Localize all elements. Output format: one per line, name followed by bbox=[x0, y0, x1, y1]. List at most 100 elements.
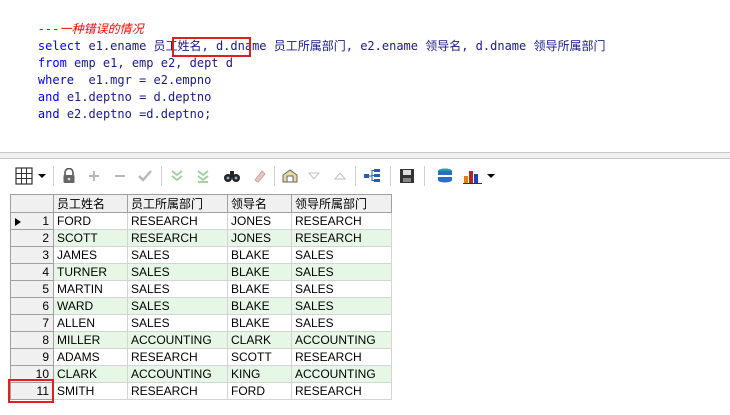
table-cell[interactable]: RESEARCH bbox=[127, 229, 228, 247]
table-cell[interactable]: SCOTT bbox=[53, 229, 128, 247]
row-number[interactable]: 6 bbox=[10, 297, 54, 315]
add-record-icon[interactable] bbox=[86, 167, 102, 185]
table-cell[interactable]: SALES bbox=[127, 246, 228, 264]
table-cell[interactable]: SALES bbox=[291, 263, 392, 281]
table-cell[interactable]: SALES bbox=[127, 314, 228, 332]
table-row[interactable]: 10 CLARK ACCOUNTING KING ACCOUNTING bbox=[10, 365, 392, 383]
table-cell[interactable]: JONES bbox=[227, 229, 292, 247]
code-line-where: where e1.mgr = e2.empno bbox=[9, 55, 211, 87]
table-cell[interactable]: BLAKE bbox=[227, 246, 292, 264]
table-row[interactable]: 3 JAMES SALES BLAKE SALES bbox=[10, 246, 392, 264]
post-edit-icon[interactable] bbox=[136, 167, 154, 185]
row-number[interactable]: 2 bbox=[10, 229, 54, 247]
table-cell[interactable]: RESEARCH bbox=[291, 212, 392, 230]
table-cell[interactable]: BLAKE bbox=[227, 297, 292, 315]
toolbar-separator bbox=[355, 166, 356, 186]
table-cell[interactable]: ACCOUNTING bbox=[127, 331, 228, 349]
table-row[interactable]: 5 MARTIN SALES BLAKE SALES bbox=[10, 280, 392, 298]
corner-cell[interactable] bbox=[10, 194, 54, 213]
chart-icon[interactable] bbox=[462, 167, 484, 185]
link-icon[interactable] bbox=[362, 167, 382, 185]
table-cell[interactable]: KING bbox=[227, 365, 292, 383]
export-icon[interactable] bbox=[435, 167, 455, 185]
result-grid[interactable]: 员工姓名 员工所属部门 领导名 领导所属部门 1 FORD RESEARCH JONE… bbox=[10, 194, 392, 400]
table-cell[interactable]: RESEARCH bbox=[291, 382, 392, 400]
and-condition-2: e2.deptno =d.deptno; bbox=[59, 107, 212, 121]
column-header[interactable]: 员工姓名 bbox=[53, 194, 128, 213]
result-table: 员工姓名 员工所属部门 领导名 领导所属部门 1 FORD RESEARCH JONE… bbox=[10, 194, 392, 400]
next-icon[interactable] bbox=[332, 167, 348, 185]
table-row[interactable]: 2 SCOTT RESEARCH JONES RESEARCH bbox=[10, 229, 392, 247]
table-cell[interactable]: CLARK bbox=[53, 365, 128, 383]
chart-dropdown-icon[interactable] bbox=[486, 167, 496, 185]
row-number[interactable]: 7 bbox=[10, 314, 54, 332]
table-cell[interactable]: MARTIN bbox=[53, 280, 128, 298]
clear-icon[interactable] bbox=[250, 167, 268, 185]
table-cell[interactable]: SALES bbox=[291, 246, 392, 264]
table-cell[interactable]: BLAKE bbox=[227, 263, 292, 281]
toolbar-separator bbox=[274, 166, 275, 186]
row-number[interactable]: 8 bbox=[10, 331, 54, 349]
table-cell[interactable]: ACCOUNTING bbox=[127, 365, 228, 383]
filter-down-icon[interactable] bbox=[168, 167, 186, 185]
table-row[interactable]: 8 MILLER ACCOUNTING CLARK ACCOUNTING bbox=[10, 331, 392, 349]
save-icon[interactable] bbox=[397, 167, 417, 185]
table-row[interactable]: 4 TURNER SALES BLAKE SALES bbox=[10, 263, 392, 281]
grid-toolbar bbox=[0, 159, 730, 193]
row-number[interactable]: 9 bbox=[10, 348, 54, 366]
table-cell[interactable]: JAMES bbox=[53, 246, 128, 264]
table-cell[interactable]: SALES bbox=[127, 263, 228, 281]
sql-editor[interactable]: ---一种错误的情况 select e1.ename 员工姓名, d.dname… bbox=[0, 0, 730, 152]
table-cell[interactable]: BLAKE bbox=[227, 280, 292, 298]
table-cell[interactable]: SALES bbox=[291, 314, 392, 332]
table-cell[interactable]: SCOTT bbox=[227, 348, 292, 366]
table-row[interactable]: 9 ADAMS RESEARCH SCOTT RESEARCH bbox=[10, 348, 392, 366]
table-cell[interactable]: SALES bbox=[127, 280, 228, 298]
code-line-select: select e1.ename 员工姓名, d.dname 员工所属部门, e2… bbox=[9, 21, 606, 53]
table-cell[interactable]: RESEARCH bbox=[127, 212, 228, 230]
find-icon[interactable] bbox=[222, 167, 242, 185]
keyword-and: and bbox=[37, 107, 60, 121]
table-cell[interactable]: ALLEN bbox=[53, 314, 128, 332]
table-cell[interactable]: TURNER bbox=[53, 263, 128, 281]
current-row-indicator-icon bbox=[15, 218, 21, 226]
dropdown-arrow-icon[interactable] bbox=[37, 167, 47, 185]
grid-view-icon[interactable] bbox=[14, 167, 34, 185]
previous-icon[interactable] bbox=[306, 167, 322, 185]
table-cell[interactable]: FORD bbox=[53, 212, 128, 230]
column-header[interactable]: 员工所属部门 bbox=[127, 194, 228, 213]
filter-clear-icon[interactable] bbox=[194, 167, 212, 185]
delete-record-icon[interactable] bbox=[112, 167, 128, 185]
table-cell[interactable]: ADAMS bbox=[53, 348, 128, 366]
table-cell[interactable]: RESEARCH bbox=[291, 229, 392, 247]
table-row[interactable]: 7 ALLEN SALES BLAKE SALES bbox=[10, 314, 392, 332]
lock-icon[interactable] bbox=[60, 167, 78, 185]
table-row[interactable]: 1 FORD RESEARCH JONES RESEARCH bbox=[10, 212, 392, 230]
pane-splitter[interactable] bbox=[0, 152, 730, 159]
toolbar-separator bbox=[161, 166, 162, 186]
table-cell[interactable]: RESEARCH bbox=[127, 348, 228, 366]
row-number[interactable]: 4 bbox=[10, 263, 54, 281]
table-cell[interactable]: CLARK bbox=[227, 331, 292, 349]
column-header[interactable]: 领导所属部门 bbox=[291, 194, 392, 213]
query-by-example-icon[interactable] bbox=[280, 167, 300, 185]
table-cell[interactable]: SALES bbox=[291, 297, 392, 315]
table-cell[interactable]: FORD bbox=[227, 382, 292, 400]
row-number[interactable]: 3 bbox=[10, 246, 54, 264]
table-cell[interactable]: ACCOUNTING bbox=[291, 331, 392, 349]
table-cell[interactable]: ACCOUNTING bbox=[291, 365, 392, 383]
table-cell[interactable]: WARD bbox=[53, 297, 128, 315]
table-row[interactable]: 11 SMITH RESEARCH FORD RESEARCH bbox=[10, 382, 392, 400]
table-cell[interactable]: RESEARCH bbox=[291, 348, 392, 366]
table-cell[interactable]: SMITH bbox=[53, 382, 128, 400]
table-row[interactable]: 6 WARD SALES BLAKE SALES bbox=[10, 297, 392, 315]
table-cell[interactable]: RESEARCH bbox=[127, 382, 228, 400]
table-cell[interactable]: MILLER bbox=[53, 331, 128, 349]
row-number[interactable]: 1 bbox=[10, 212, 54, 230]
table-cell[interactable]: SALES bbox=[291, 280, 392, 298]
table-cell[interactable]: BLAKE bbox=[227, 314, 292, 332]
table-cell[interactable]: JONES bbox=[227, 212, 292, 230]
table-cell[interactable]: SALES bbox=[127, 297, 228, 315]
column-header[interactable]: 领导名 bbox=[227, 194, 292, 213]
row-number[interactable]: 5 bbox=[10, 280, 54, 298]
